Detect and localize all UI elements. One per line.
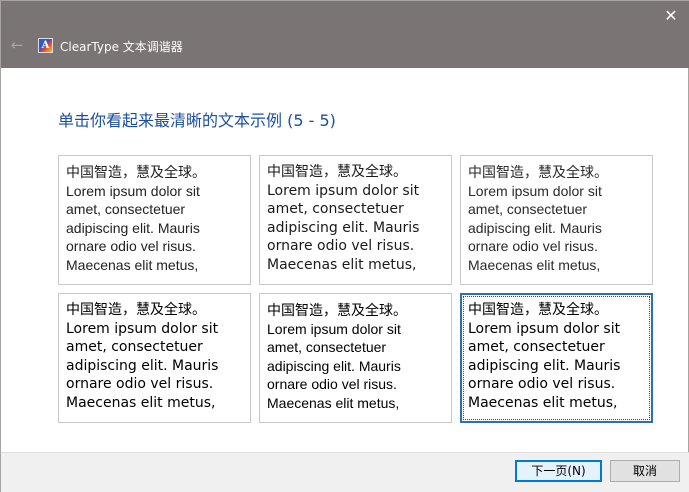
page-heading: 单击你看起来最清晰的文本示例 (5 - 5): [58, 111, 336, 130]
window-title: ClearType 文本调谐器: [60, 40, 183, 54]
sample-line: ornare odio vel risus.: [468, 376, 616, 392]
text-sample-6-selected[interactable]: 中国智造，慧及全球。 Lorem ipsum dolor sit amet, c…: [460, 293, 653, 423]
sample-line: adipiscing elit. Mauris: [468, 357, 621, 374]
text-sample-3[interactable]: 中国智造，慧及全球。 Lorem ipsum dolor sit amet, c…: [460, 155, 653, 285]
sample-line: ornare odio vel risus.: [66, 376, 214, 392]
sample-line: amet, consectetuer: [267, 339, 387, 355]
sample-line: Lorem ipsum dolor sit: [66, 320, 219, 337]
next-button[interactable]: 下一页(N): [515, 460, 602, 482]
sample-line: Maecenas elit metus,: [66, 394, 216, 411]
sample-line: ornare odio vel risus.: [267, 376, 397, 392]
sample-line: ornare odio vel risus.: [468, 238, 598, 254]
text-sample-2[interactable]: 中国智造，慧及全球。 Lorem ipsum dolor sit amet, c…: [259, 155, 452, 285]
sample-line: Lorem ipsum dolor sit: [267, 320, 401, 337]
sample-line: Maecenas elit metus,: [267, 256, 417, 273]
sample-line: ornare odio vel risus.: [66, 238, 196, 254]
cancel-button[interactable]: 取消: [610, 460, 680, 482]
sample-line: amet, consectetuer: [267, 201, 404, 217]
sample-line: Maecenas elit metus,: [468, 256, 601, 273]
text-sample-5[interactable]: 中国智造，慧及全球。 Lorem ipsum dolor sit amet, c…: [259, 293, 452, 423]
text-sample-4[interactable]: 中国智造，慧及全球。 Lorem ipsum dolor sit amet, c…: [58, 293, 251, 423]
sample-line: 中国智造，慧及全球。: [267, 164, 407, 180]
title-bar: ✕ ← A ClearType 文本调谐器: [1, 1, 689, 68]
back-arrow-icon[interactable]: ←: [9, 37, 25, 53]
close-icon[interactable]: ✕: [662, 7, 680, 25]
sample-line: Maecenas elit metus,: [267, 394, 400, 411]
sample-line: Lorem ipsum dolor sit: [267, 182, 420, 199]
text-sample-1[interactable]: 中国智造，慧及全球。 Lorem ipsum dolor sit amet, c…: [58, 155, 251, 285]
sample-line: 中国智造，慧及全球。: [66, 164, 206, 180]
sample-line: Lorem ipsum dolor sit: [468, 182, 602, 199]
sample-line: 中国智造，慧及全球。: [468, 302, 608, 318]
sample-line: adipiscing elit. Mauris: [66, 219, 200, 236]
sample-line: 中国智造，慧及全球。: [468, 164, 608, 180]
sample-line: 中国智造，慧及全球。: [267, 302, 407, 318]
app-icon-letter: A: [41, 39, 50, 51]
sample-line: Lorem ipsum dolor sit: [468, 320, 621, 337]
sample-line: amet, consectetuer: [66, 201, 186, 217]
sample-line: amet, consectetuer: [468, 339, 605, 355]
sample-line: adipiscing elit. Mauris: [267, 219, 420, 236]
sample-line: adipiscing elit. Mauris: [66, 357, 219, 374]
sample-line: Maecenas elit metus,: [66, 256, 199, 273]
sample-line: amet, consectetuer: [66, 339, 203, 355]
cleartype-app-icon: A: [38, 38, 53, 53]
sample-line: adipiscing elit. Mauris: [468, 219, 602, 236]
sample-line: adipiscing elit. Mauris: [267, 357, 401, 374]
sample-line: amet, consectetuer: [468, 201, 588, 217]
sample-line: 中国智造，慧及全球。: [66, 302, 206, 318]
cleartype-window: ✕ ← A ClearType 文本调谐器 单击你看起来最清晰的文本示例 (5 …: [0, 0, 689, 492]
sample-line: Lorem ipsum dolor sit: [66, 182, 200, 199]
sample-line: ornare odio vel risus.: [267, 238, 415, 254]
sample-line: Maecenas elit metus,: [468, 394, 618, 411]
